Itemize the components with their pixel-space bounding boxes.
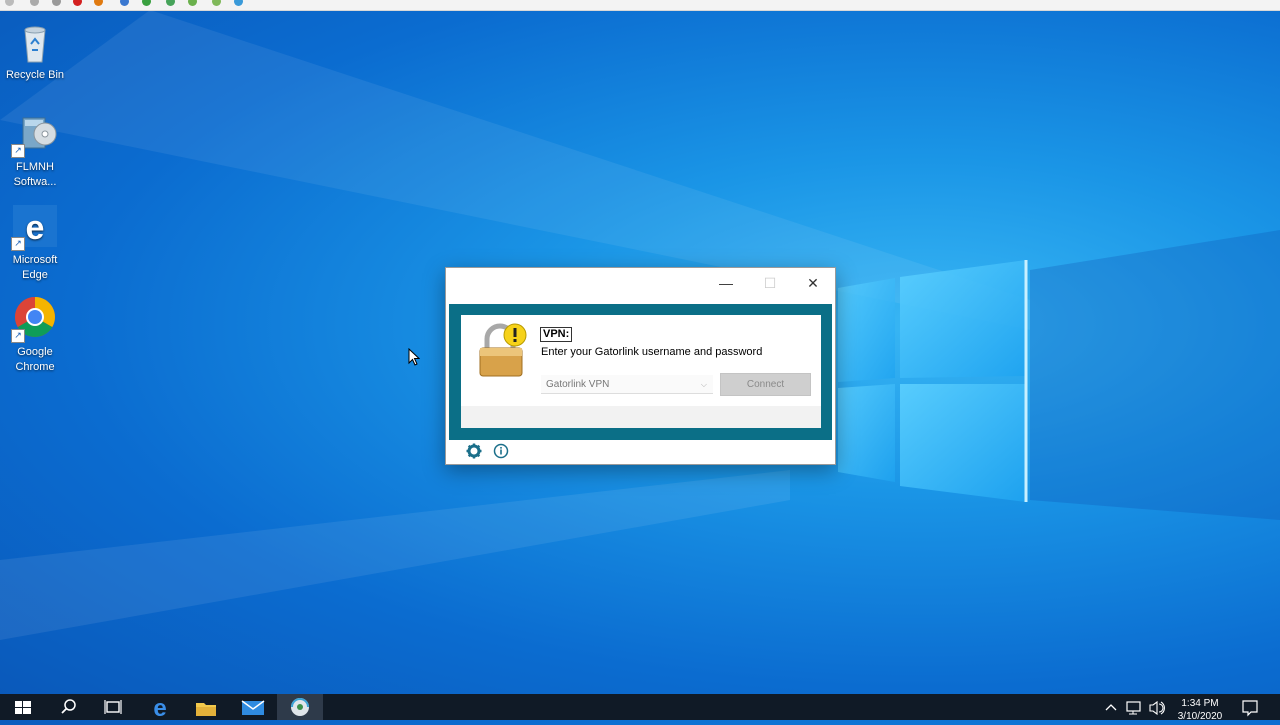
- vpn-client-window: — ☐ ✕ VPN: Enter your Gatorlink username…: [445, 267, 836, 465]
- shortcut-arrow-icon: ↗: [11, 237, 25, 251]
- toolbar-icon: [166, 0, 175, 6]
- maximize-button[interactable]: ☐: [748, 270, 792, 296]
- task-view-icon: [104, 700, 122, 714]
- svg-text:e: e: [26, 209, 45, 247]
- clock-time: 1:34 PM: [1181, 698, 1219, 709]
- volume-icon[interactable]: [1148, 694, 1166, 720]
- svg-text:e: e: [153, 695, 166, 720]
- edge-icon: e: [153, 695, 166, 722]
- task-view-button[interactable]: [90, 694, 136, 720]
- chrome-icon: ↗: [11, 295, 59, 343]
- credentials-prompt: Enter your Gatorlink username and passwo…: [541, 346, 763, 358]
- taskbar-mail-button[interactable]: [230, 694, 276, 720]
- toolbar-icon: [52, 0, 61, 6]
- vpn-connection-frame: VPN: Enter your Gatorlink username and p…: [449, 304, 832, 440]
- recycle-bin-icon: [11, 18, 59, 66]
- edge-icon: e ↗: [11, 203, 59, 251]
- minimize-button[interactable]: —: [704, 270, 748, 296]
- toolbar-icon: [30, 0, 39, 6]
- taskbar-vpn-client-button[interactable]: [277, 694, 323, 720]
- close-button[interactable]: ✕: [791, 270, 835, 296]
- desktop-icon-label: Recycle Bin: [5, 69, 65, 81]
- toolbar-icon: [234, 0, 243, 6]
- toolbar-icon: [188, 0, 197, 6]
- toolbar-icon: [73, 0, 82, 6]
- vpn-connection-panel: VPN: Enter your Gatorlink username and p…: [461, 315, 821, 428]
- desktop-icon-flmnh-software[interactable]: ↗ FLMNH Softwa...: [0, 110, 70, 190]
- toolbar-icon: [5, 0, 14, 6]
- desktop-icon-microsoft-edge[interactable]: e ↗ Microsoft Edge: [0, 203, 70, 283]
- desktop-icon-google-chrome[interactable]: ↗ Google Chrome: [0, 295, 70, 375]
- chevron-up-icon[interactable]: [1104, 694, 1118, 720]
- info-icon[interactable]: [493, 443, 509, 459]
- chevron-down-icon: ⌵: [700, 380, 707, 389]
- toolbar-icon: [94, 0, 103, 6]
- top-toolbar-strip: [0, 0, 1280, 11]
- clock-date: 3/10/2020: [1177, 711, 1223, 722]
- mouse-cursor-icon: [408, 348, 420, 366]
- action-center-icon[interactable]: [1240, 694, 1260, 720]
- gear-icon[interactable]: [466, 443, 482, 459]
- file-explorer-icon: [196, 703, 216, 716]
- taskbar: e 1:34 PM 3/10/2020: [0, 694, 1280, 723]
- search-icon: [61, 699, 76, 714]
- taskbar-clock[interactable]: 1:34 PM 3/10/2020: [1175, 697, 1225, 723]
- desktop-icon-recycle-bin[interactable]: Recycle Bin: [0, 18, 70, 83]
- vpn-connection-value: Gatorlink VPN: [546, 379, 610, 390]
- mail-icon: [241, 700, 265, 715]
- shortcut-arrow-icon: ↗: [11, 144, 25, 158]
- window-title-bar[interactable]: — ☐ ✕: [446, 268, 835, 303]
- desktop-icon-label: FLMNH Softwa...: [13, 161, 57, 188]
- network-icon[interactable]: [1125, 694, 1143, 720]
- panel-footer-strip: [461, 406, 821, 428]
- taskbar-edge-button[interactable]: e: [137, 694, 183, 722]
- vpn-client-icon: [291, 698, 309, 716]
- taskbar-file-explorer-button[interactable]: [183, 694, 229, 720]
- shortcut-arrow-icon: ↗: [11, 329, 25, 343]
- desktop-icon-label: Microsoft Edge: [12, 254, 58, 281]
- search-button[interactable]: [46, 694, 92, 720]
- padlock-warning-icon: [479, 323, 527, 377]
- toolbar-icon: [120, 0, 129, 6]
- toolbar-icon: [142, 0, 151, 6]
- vpn-label: VPN:: [540, 327, 573, 342]
- installer-icon: ↗: [11, 110, 59, 158]
- connect-button[interactable]: Connect: [720, 373, 811, 396]
- toolbar-icon: [212, 0, 221, 6]
- start-button[interactable]: [0, 694, 46, 720]
- start-icon: [15, 701, 31, 714]
- desktop-icon-label: Google Chrome: [15, 346, 55, 373]
- vpn-connection-select[interactable]: Gatorlink VPN ⌵: [541, 375, 713, 394]
